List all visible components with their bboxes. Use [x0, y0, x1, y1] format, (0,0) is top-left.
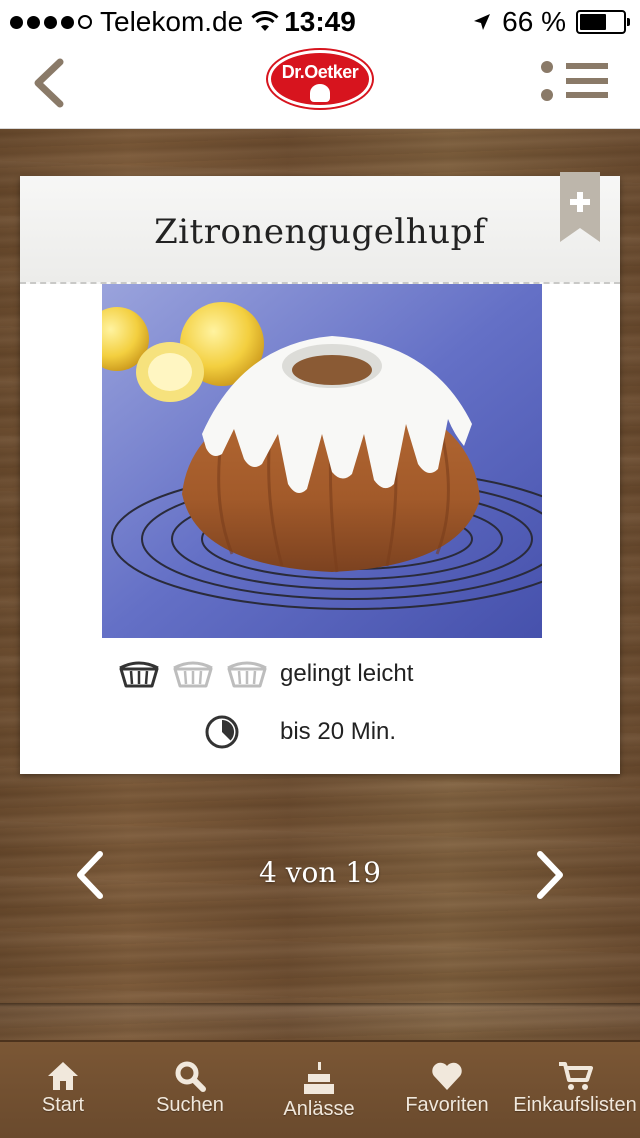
tab-label: Favoriten: [405, 1094, 489, 1116]
tab-label: Suchen: [156, 1094, 224, 1116]
tab-label: Anlässe: [283, 1098, 355, 1120]
home-icon: [48, 1062, 78, 1090]
tab-label: Einkaufslisten: [513, 1094, 637, 1116]
heart-icon: [432, 1062, 462, 1090]
battery-percent: 66 %: [502, 6, 566, 37]
back-button[interactable]: [28, 56, 72, 110]
recipe-card[interactable]: Zitronengugelhupf gelingt leicht bis 20 …: [20, 172, 620, 774]
wood-seam: [0, 1003, 640, 1043]
dr-oetker-logo: Dr.Oetker: [268, 50, 372, 108]
status-bar: Telekom.de 13:49 66 %: [0, 0, 640, 40]
tab-suchen[interactable]: Suchen: [126, 1042, 254, 1138]
cake-icon: [304, 1062, 334, 1094]
tab-einkaufslisten[interactable]: Einkaufslisten: [510, 1042, 640, 1138]
time-row: bis 20 Min.: [20, 706, 620, 756]
tab-anlaesse[interactable]: Anlässe: [254, 1042, 384, 1138]
time-label: bis 20 Min.: [280, 718, 397, 745]
clock-icon: [205, 715, 239, 749]
difficulty-row: gelingt leicht: [20, 648, 620, 698]
difficulty-tin-icon-filled: [119, 661, 159, 688]
status-right: 66 %: [472, 6, 630, 38]
recipe-card-header: Zitronengugelhupf: [20, 176, 620, 284]
navigation-bar: Dr.Oetker: [0, 40, 640, 129]
difficulty-icons: [118, 658, 268, 688]
cart-icon: [559, 1062, 593, 1090]
tab-bar: Start Suchen Anlässe Favoriten Einkaufsl…: [0, 1040, 640, 1138]
difficulty-label: gelingt leicht: [280, 660, 414, 687]
tab-start[interactable]: Start: [0, 1042, 126, 1138]
add-bookmark-button[interactable]: [560, 172, 600, 242]
search-icon: [175, 1061, 206, 1092]
recipe-pager: 4 von 19: [0, 840, 640, 910]
recipe-title: Zitronengugelhupf: [154, 212, 486, 252]
next-recipe-button[interactable]: [530, 848, 570, 902]
difficulty-tin-icon-empty: [173, 661, 213, 688]
difficulty-tin-icon-empty: [227, 661, 267, 688]
tab-label: Start: [41, 1094, 85, 1116]
menu-list-icon[interactable]: [538, 58, 610, 104]
location-arrow-icon: [474, 14, 491, 30]
recipe-photo[interactable]: [102, 284, 542, 638]
tab-favoriten[interactable]: Favoriten: [384, 1042, 510, 1138]
battery-icon: [576, 10, 630, 34]
